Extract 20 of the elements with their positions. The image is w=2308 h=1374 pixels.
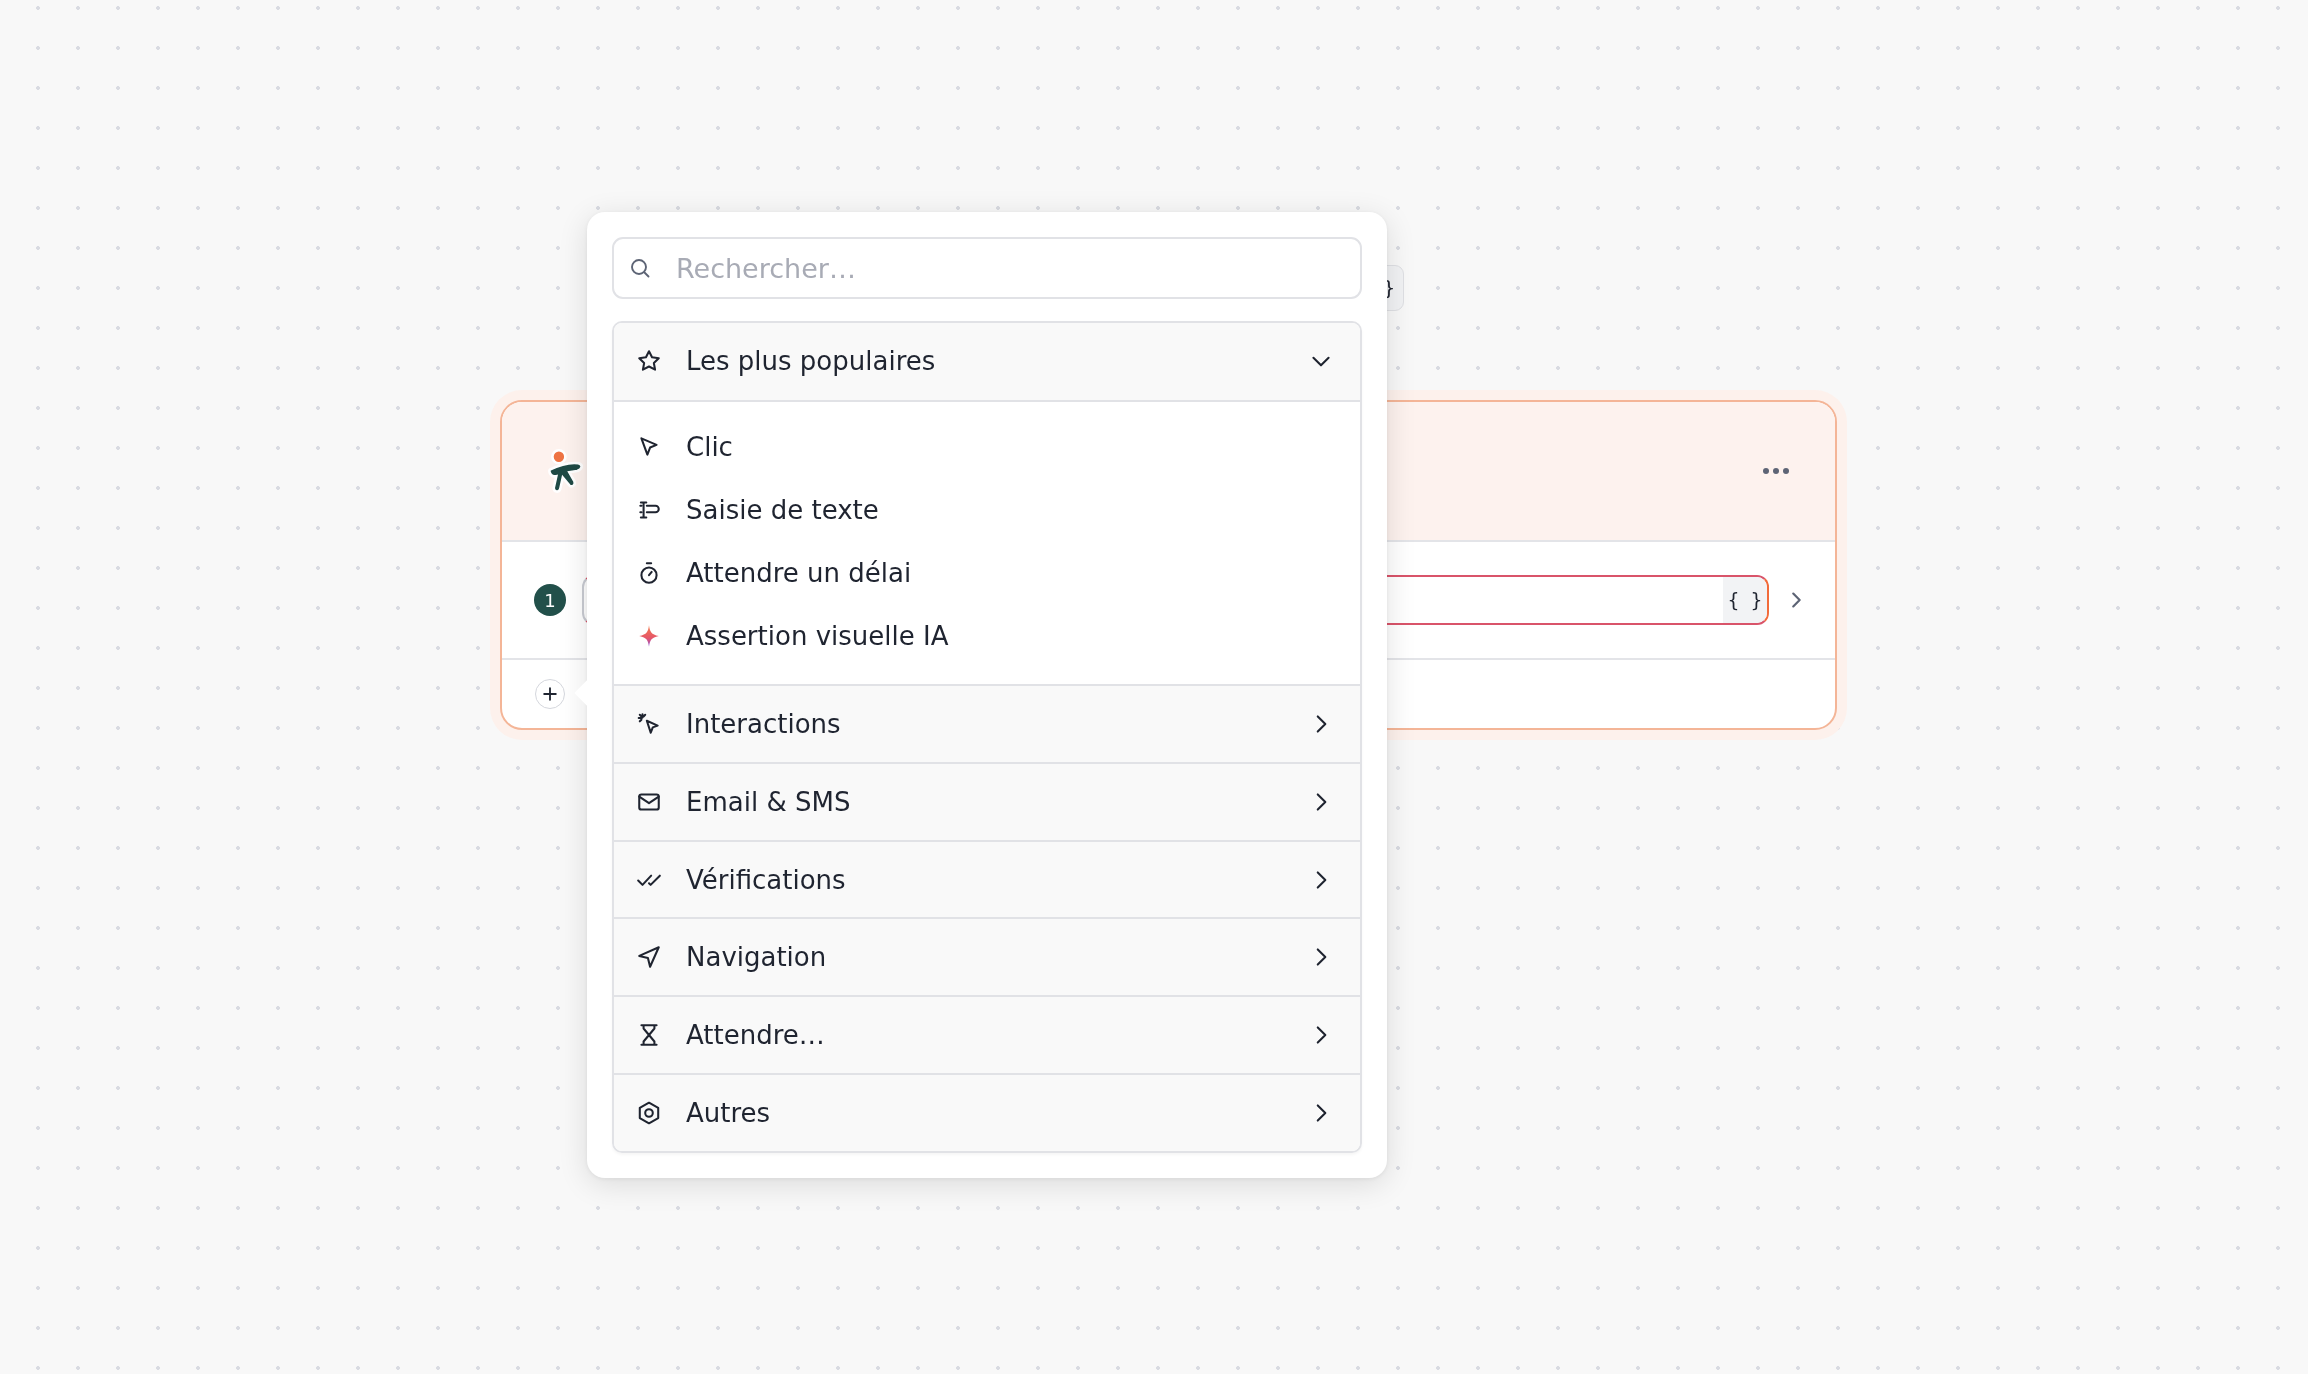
menu-category[interactable]: Navigation	[614, 917, 1360, 996]
section-header[interactable]: Les plus populaires	[614, 323, 1360, 402]
menu-category[interactable]: Interactions	[614, 683, 1360, 762]
pointer-icon	[636, 710, 662, 737]
menu-category[interactable]: Attendre…	[614, 995, 1360, 1074]
search-field[interactable]: Rechercher…	[612, 237, 1362, 299]
variables-button[interactable]: { }	[1723, 577, 1767, 623]
menu-item[interactable]: Saisie de texte	[614, 478, 1360, 542]
step-number: 1	[534, 584, 566, 616]
search-icon	[628, 256, 652, 280]
menu-category[interactable]: Autres	[614, 1073, 1360, 1151]
menu-item[interactable]: Clic	[614, 415, 1360, 479]
plus-icon	[540, 684, 560, 704]
add-step-button[interactable]	[535, 679, 565, 709]
menu-item[interactable]: Assertion visuelle IA	[614, 604, 1360, 668]
menu-category[interactable]: Vérifications	[614, 839, 1360, 918]
menu-category[interactable]: Email & SMS	[614, 761, 1360, 840]
settings-icon	[636, 1100, 662, 1127]
menu-item[interactable]: Attendre un délai	[614, 541, 1360, 605]
navigation-arrow-icon	[636, 944, 662, 971]
